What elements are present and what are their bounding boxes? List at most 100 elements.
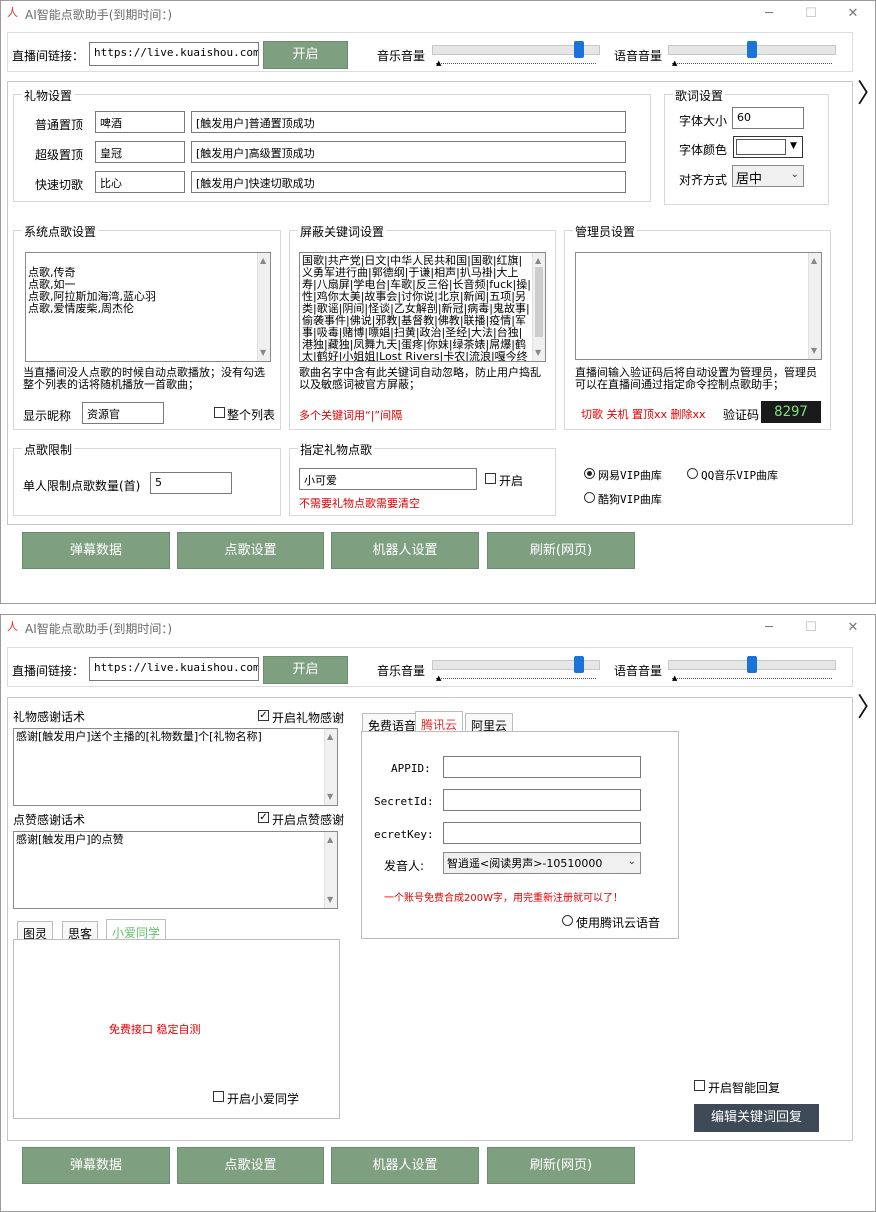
minimize-button[interactable]: ─ — [755, 618, 783, 638]
whole-list-checkbox[interactable] — [214, 407, 225, 418]
chevron-right-icon[interactable]: 〉 — [857, 695, 876, 721]
verify-code-display: 8297 — [761, 401, 821, 423]
nickname-input[interactable]: 资源官 — [82, 402, 164, 424]
top-bar: 直播间链接： https://live.kuaishou.com/u/3x 开启… — [7, 647, 853, 687]
verify-code-label: 验证码 — [723, 408, 760, 422]
gift-row-label: 快速切歌 — [35, 178, 84, 192]
song-settings-button[interactable]: 点歌设置 — [177, 1147, 324, 1184]
gift-thanks-text[interactable]: 感谢[触发用户]送个主播的[礼物数量]个[礼物名称] ▲ ▼ — [13, 728, 338, 806]
music-volume-slider[interactable]: ▲ — [432, 41, 600, 67]
robot-settings-button[interactable]: 机器人设置 — [331, 1147, 479, 1184]
url-label: 直播间链接： — [12, 664, 85, 678]
xiaoai-enable-checkbox[interactable] — [213, 1091, 224, 1102]
voice-volume-slider[interactable]: ▲ — [668, 41, 836, 67]
xiaoai-enable-label: 开启小爱同学 — [227, 1092, 300, 1106]
voice-volume-slider[interactable]: ▲ — [668, 656, 836, 682]
app-logo-icon: 人 — [7, 6, 18, 19]
url-input[interactable]: https://live.kuaishou.com/u/3x — [89, 42, 259, 66]
align-select[interactable]: 居中 ⌄ — [732, 165, 804, 187]
gift-thanks-checkbox[interactable]: ✓ — [258, 710, 269, 721]
url-input[interactable]: https://live.kuaishou.com/u/3x — [89, 657, 259, 681]
gift-row-label: 超级置顶 — [35, 148, 84, 162]
main-window-song-settings: 人 AI智能点歌助手(到期时间：) ─ ☐ ✕ 直播间链接： https://l… — [0, 0, 876, 604]
gift-thanks-label: 礼物感谢话术 — [13, 710, 86, 724]
admin-list[interactable]: ▲ ▼ — [575, 252, 822, 360]
refresh-web-button[interactable]: 刷新(网页) — [487, 532, 635, 569]
refresh-web-button[interactable]: 刷新(网页) — [487, 1147, 635, 1184]
gift-name-input[interactable]: 皇冠 — [95, 141, 185, 163]
close-button[interactable]: ✕ — [839, 4, 867, 24]
robot-tab-panel: 免费接口 稳定自测 开启小爱同学 — [13, 939, 340, 1119]
song-limit-group: 点歌限制 单人限制点歌数量(首) 5 — [13, 441, 281, 516]
music-volume-label: 音乐音量 — [377, 49, 426, 63]
font-color-label: 字体颜色 — [679, 143, 728, 157]
gift-settings-legend: 礼物设置 — [22, 87, 75, 104]
appid-input[interactable] — [443, 756, 641, 778]
title-bar: 人 AI智能点歌助手(到期时间：) ─ ☐ ✕ — [1, 1, 875, 27]
gift-name-input[interactable]: 比心 — [95, 171, 185, 193]
edit-keyword-reply-button[interactable]: 编辑关键词回复 — [694, 1104, 819, 1132]
like-thanks-enable-label: 开启点赞感谢 — [272, 813, 345, 827]
music-volume-knob[interactable] — [574, 41, 584, 58]
gift-name-input[interactable]: 啤酒 — [95, 111, 185, 133]
admin-settings-group: 管理员设置 ▲ ▼ 直播间输入验证码后将自动设置为管理员，管理员可以在直播间通过指… — [564, 223, 831, 430]
song-limit-label: 单人限制点歌数量(首) — [23, 479, 141, 493]
font-color-picker[interactable]: ▼ — [733, 136, 803, 158]
like-thanks-label: 点赞感谢话术 — [13, 813, 86, 827]
gift-song-enable-checkbox[interactable] — [485, 473, 496, 484]
start-button[interactable]: 开启 — [263, 41, 348, 69]
gift-song-group: 指定礼物点歌 小可爱 开启 不需要礼物点歌需要清空 — [289, 441, 556, 516]
song-limit-input[interactable]: 5 — [150, 472, 232, 494]
admin-hint: 直播间输入验证码后将自动设置为管理员，管理员可以在直播间通过指定命令控制点歌助手… — [575, 366, 817, 391]
blocked-keywords-list[interactable]: 国歌|共产党|日文|中华人民共和国|国歌|红旗|义勇军进行曲|郭德纲|于谦|相声… — [299, 252, 546, 362]
music-volume-slider[interactable]: ▲ — [432, 656, 600, 682]
voice-volume-label: 语音音量 — [614, 664, 663, 678]
danmaku-data-button[interactable]: 弹幕数据 — [22, 532, 170, 569]
secretkey-label: ecretKey: — [374, 828, 434, 841]
system-song-list[interactable]: 点歌,传奇 点歌,如一 点歌,阿拉斯加海湾,蓝心羽 点歌,爱情废柴,周杰伦 ▲ ▼ — [25, 252, 271, 362]
blocked-keywords-legend: 屏蔽关键词设置 — [298, 223, 387, 240]
nickname-label: 显示昵称 — [23, 409, 72, 423]
gift-song-enable-label: 开启 — [499, 474, 524, 488]
vip-netease-label: 网易VIP曲库 — [598, 469, 662, 482]
song-settings-button[interactable]: 点歌设置 — [177, 532, 324, 569]
start-button[interactable]: 开启 — [263, 656, 348, 684]
lyrics-settings-group: 歌词设置 字体大小 60 字体颜色 ▼ 对齐方式 居中 ⌄ — [664, 87, 829, 205]
appid-label: APPID: — [391, 762, 431, 775]
voice-volume-label: 语音音量 — [614, 49, 663, 63]
gift-row-label: 普通置顶 — [35, 118, 84, 132]
music-volume-label: 音乐音量 — [377, 664, 426, 678]
voice-volume-knob[interactable] — [747, 656, 757, 673]
maximize-button[interactable]: ☐ — [797, 618, 825, 638]
secretid-input[interactable] — [443, 789, 641, 811]
chevron-down-icon: ▼ — [790, 141, 797, 151]
gift-song-input[interactable]: 小可爱 — [299, 468, 477, 490]
gift-message-input[interactable]: [触发用户]普通置顶成功 — [191, 111, 626, 133]
window-title: AI智能点歌助手(到期时间：) — [25, 8, 173, 22]
lyrics-settings-legend: 歌词设置 — [673, 87, 726, 104]
chevron-right-icon[interactable]: 〉 — [857, 81, 876, 107]
minimize-button[interactable]: ─ — [755, 4, 783, 24]
smart-reply-checkbox[interactable] — [694, 1080, 705, 1091]
gift-song-legend: 指定礼物点歌 — [298, 441, 375, 458]
like-thanks-text[interactable]: 感谢[触发用户]的点赞 ▲ ▼ — [13, 831, 338, 909]
vip-kugou-radio[interactable] — [584, 492, 595, 503]
vip-qq-radio[interactable] — [687, 468, 698, 479]
close-button[interactable]: ✕ — [839, 618, 867, 638]
vip-netease-radio[interactable] — [584, 468, 595, 479]
gift-message-input[interactable]: [触发用户]快速切歌成功 — [191, 171, 626, 193]
music-volume-knob[interactable] — [574, 656, 584, 673]
secretkey-input[interactable] — [443, 822, 641, 844]
voice-volume-knob[interactable] — [747, 41, 757, 58]
use-tencent-radio[interactable] — [562, 915, 573, 926]
gift-message-input[interactable]: [触发用户]高级置顶成功 — [191, 141, 626, 163]
like-thanks-checkbox[interactable]: ✓ — [258, 812, 269, 823]
font-size-input[interactable]: 60 — [732, 107, 804, 129]
speaker-select[interactable]: 智逍遥<阅读男声>-10510000 ⌄ — [443, 852, 641, 874]
robot-settings-button[interactable]: 机器人设置 — [331, 532, 479, 569]
blocked-keywords-hint: 歌曲名字中含有此关键词自动忽略，防止用户捣乱以及敏感词被官方屏蔽； — [299, 366, 541, 391]
system-song-legend: 系统点歌设置 — [22, 223, 99, 240]
font-size-label: 字体大小 — [679, 114, 728, 128]
maximize-button[interactable]: ☐ — [797, 4, 825, 24]
danmaku-data-button[interactable]: 弹幕数据 — [22, 1147, 170, 1184]
